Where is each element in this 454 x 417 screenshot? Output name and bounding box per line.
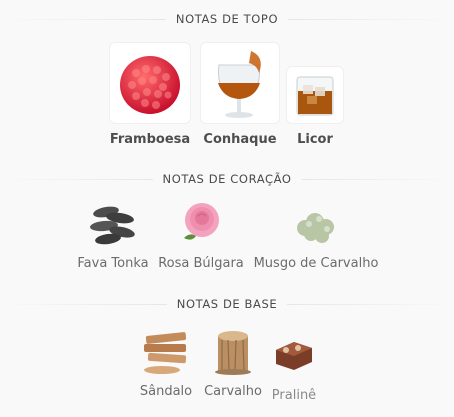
- note-label: Fava Tonka: [77, 256, 149, 271]
- divider-line: [0, 18, 166, 20]
- section-title: NOTAS DE BASE: [176, 297, 278, 311]
- divider-line: [0, 303, 167, 305]
- note-label: Carvalho: [204, 384, 262, 399]
- liquor-glass-icon: [286, 66, 344, 124]
- section-header-top-notes: NOTAS DE TOPO: [0, 10, 454, 28]
- note-label: Rosa Búlgara: [158, 256, 244, 271]
- note-label: Licor: [297, 132, 333, 147]
- note-sandalo[interactable]: Sândalo: [134, 326, 198, 399]
- note-carvalho[interactable]: Carvalho: [198, 326, 268, 399]
- note-label: Framboesa: [109, 132, 191, 147]
- note-licor[interactable]: Licor: [284, 66, 346, 147]
- note-praline[interactable]: Pralinê: [268, 332, 320, 403]
- rose-icon: [176, 198, 226, 248]
- sandalwood-icon: [140, 326, 192, 376]
- note-fava-tonka[interactable]: Fava Tonka: [72, 198, 154, 271]
- note-label: Conhaque: [203, 132, 277, 147]
- oak-wood-icon: [208, 326, 258, 376]
- note-musgo-de-carvalho[interactable]: Musgo de Carvalho: [252, 198, 380, 271]
- divider-line: [301, 178, 454, 180]
- cognac-glass-icon: [200, 42, 280, 124]
- section-title: NOTAS DE CORAÇÃO: [162, 172, 292, 186]
- note-label: Sândalo: [139, 384, 193, 399]
- praline-icon: [272, 332, 316, 376]
- note-label: Musgo de Carvalho: [253, 256, 379, 271]
- raspberry-icon: [109, 42, 191, 124]
- oakmoss-icon: [291, 198, 341, 248]
- section-header-base-notes: NOTAS DE BASE: [0, 295, 454, 313]
- note-rosa-bulgara[interactable]: Rosa Búlgara: [156, 198, 246, 271]
- divider-line: [0, 178, 153, 180]
- note-label: Pralinê: [271, 388, 317, 403]
- section-title: NOTAS DE TOPO: [175, 12, 279, 26]
- tonka-bean-icon: [88, 198, 138, 248]
- divider-line: [288, 18, 454, 20]
- section-header-heart-notes: NOTAS DE CORAÇÃO: [0, 170, 454, 188]
- note-framboesa[interactable]: Framboesa: [104, 42, 196, 147]
- divider-line: [287, 303, 454, 305]
- note-conhaque[interactable]: Conhaque: [198, 42, 282, 147]
